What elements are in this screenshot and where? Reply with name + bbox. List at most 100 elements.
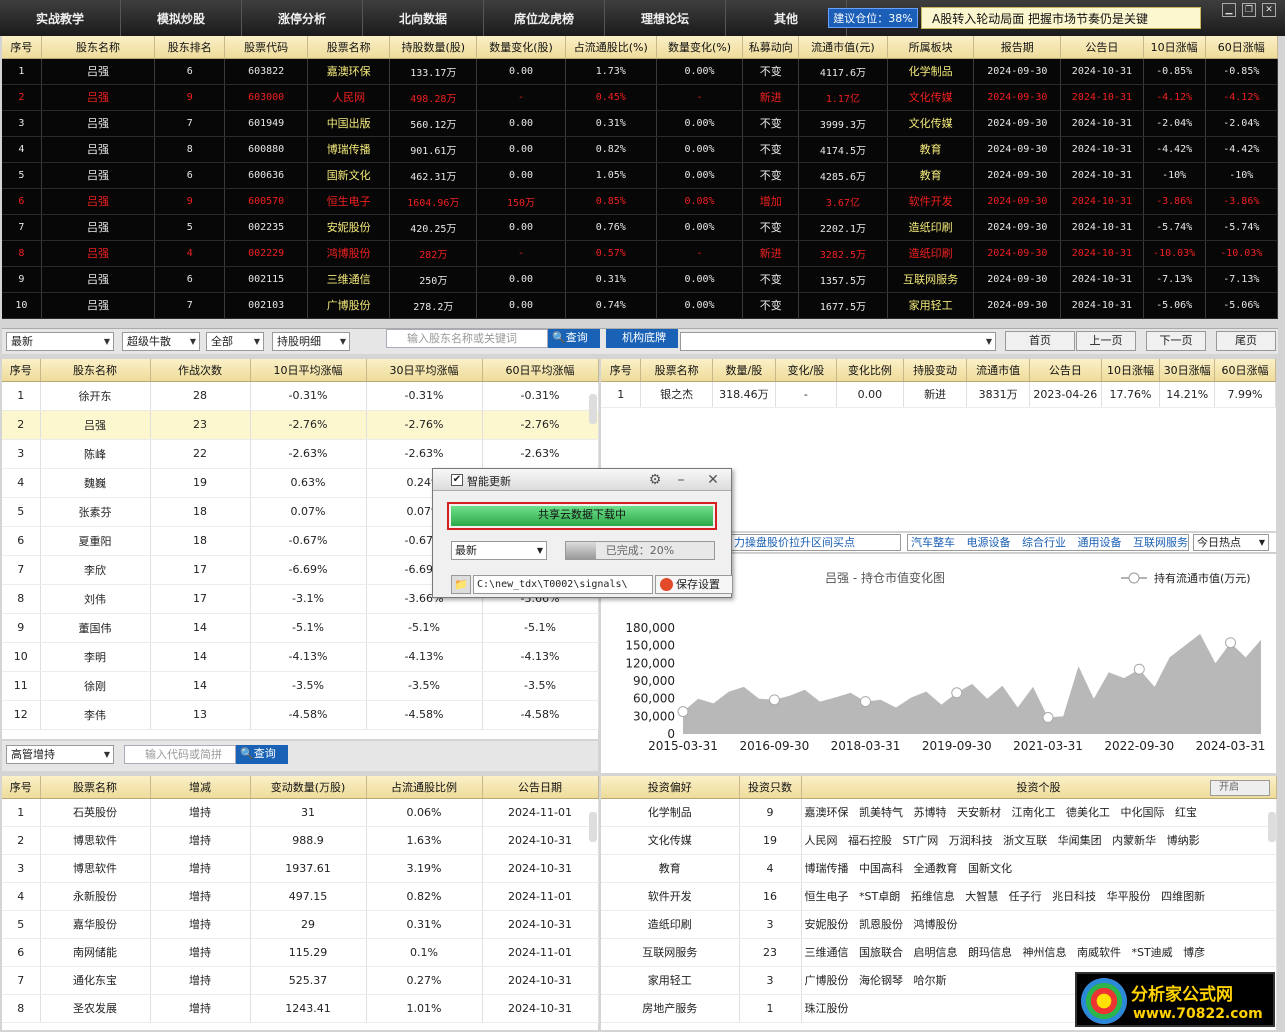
nav-item-forum[interactable]: 理想论坛 <box>605 0 726 36</box>
first-page-button[interactable]: 首页 <box>1005 331 1075 351</box>
column-header[interactable]: 序号 <box>2 776 41 799</box>
column-header[interactable]: 60日涨幅 <box>1214 359 1276 382</box>
data-point-marker[interactable] <box>1042 712 1054 724</box>
column-header[interactable]: 公告日 <box>1060 36 1144 59</box>
column-header[interactable]: 股东名称 <box>40 359 151 382</box>
table-row[interactable]: 9 吕强 6 002115 三维通信 250万 0.00 0.31% 0.00% 不变 1357.5… <box>2 266 1279 293</box>
column-header[interactable]: 变化比例 <box>836 359 905 382</box>
data-point-marker[interactable] <box>951 687 963 699</box>
column-header[interactable]: 序号 <box>2 36 42 59</box>
scope-dropdown[interactable]: 全部 <box>206 332 264 351</box>
table-row[interactable]: 7 吕强 5 002235 安妮股份 420.25万 0.00 0.76% 0.00% 不变 220… <box>2 214 1279 241</box>
table-row[interactable]: 1 银之杰 318.46万 -0.00 新进 3831万 2023-04-26 17.76% 1… <box>601 381 1276 408</box>
table-row[interactable]: 11 徐刚 14 -3.5% -3.5% -3.5% <box>2 671 599 701</box>
table-row[interactable]: 1 吕强 6 603822 嘉澳环保 133.17万 0.00 1.73% 0.00% 不变 411… <box>2 58 1279 85</box>
column-header[interactable]: 投资个股 <box>801 776 1277 799</box>
open-toggle[interactable]: 开启 <box>1210 780 1270 796</box>
column-header[interactable]: 持股数量(股) <box>389 36 478 59</box>
table-row[interactable]: 7 通化东宝 增持 525.37 0.27% 2024-10-31 <box>2 966 599 995</box>
preference-scrollbar[interactable] <box>1268 812 1276 842</box>
table-row[interactable]: 互联网服务 23 三维通信 国旅联合 启明信息 朗玛信息 神州信息 南威软件 *ST… <box>601 938 1277 967</box>
data-point-marker[interactable] <box>677 706 689 718</box>
column-header[interactable]: 30日平均涨幅 <box>366 359 483 382</box>
column-header[interactable]: 数量变化(股) <box>476 36 566 59</box>
table-row[interactable]: 3 陈峰 22 -2.63% -2.63% -2.63% <box>2 439 599 469</box>
column-header[interactable]: 60日涨幅 <box>1205 36 1279 59</box>
smart-update-checkbox[interactable]: ✔ <box>451 474 463 486</box>
hot-topics-dropdown[interactable]: 今日热点 <box>1193 534 1269 551</box>
column-header[interactable]: 30日涨幅 <box>1159 359 1215 382</box>
table-row[interactable]: 5 吕强 6 600636 国新文化 462.31万 0.00 1.05% 0.00% 不变 428… <box>2 162 1279 189</box>
column-header[interactable]: 公告日 <box>1029 359 1102 382</box>
detail-dropdown[interactable]: 持股明细 <box>272 332 350 351</box>
next-page-button[interactable]: 下一页 <box>1146 331 1206 351</box>
table-row[interactable]: 12 李伟 13 -4.58% -4.58% -4.58% <box>2 700 599 730</box>
query-button[interactable]: 🔍查询 <box>548 329 600 348</box>
left-scrollbar[interactable] <box>589 394 597 424</box>
table-row[interactable]: 10 吕强 7 002103 广博股份 278.2万 0.00 0.74% 0.00% 不变 167… <box>2 292 1279 319</box>
table-row[interactable]: 4 永新股份 增持 497.15 0.82% 2024-11-01 <box>2 882 599 911</box>
minimize-icon[interactable]: ▁ <box>1222 3 1236 17</box>
restore-icon[interactable]: ❐ <box>1242 3 1256 17</box>
exec-query-button[interactable]: 🔍查询 <box>236 745 288 764</box>
close-dialog-icon[interactable]: ✕ <box>703 470 723 490</box>
nav-item-sim-trading[interactable]: 模拟炒股 <box>121 0 242 36</box>
news-marquee[interactable]: A股转入轮动局面 把握市场节奏仍是关键 <box>921 7 1201 29</box>
exec-scrollbar[interactable] <box>589 812 597 842</box>
nav-item-dragon-tiger[interactable]: 席位龙虎榜 <box>484 0 605 36</box>
column-header[interactable]: 投资偏好 <box>601 776 740 799</box>
column-header[interactable]: 10日平均涨幅 <box>250 359 367 382</box>
hot-sectors-list[interactable]: 汽车整车 电源设备 综合行业 通用设备 互联网服务 <box>907 534 1189 551</box>
table-row[interactable]: 教育 4 博瑞传播 中国高科 全通教育 国新文化 <box>601 854 1277 883</box>
column-header[interactable]: 作战次数 <box>150 359 251 382</box>
column-header[interactable]: 股票名称 <box>307 36 391 59</box>
table-row[interactable]: 1 徐开东 28 -0.31% -0.31% -0.31% <box>2 381 599 411</box>
table-row[interactable]: 8 吕强 4 002229 鸿博股份 282万 -0.57% - 新进 3282.5万 造纸印刷 20… <box>2 240 1279 267</box>
prev-page-button[interactable]: 上一页 <box>1076 331 1136 351</box>
data-point-marker[interactable] <box>860 696 872 708</box>
column-header[interactable]: 私募动向 <box>742 36 800 59</box>
data-point-marker[interactable] <box>768 694 780 706</box>
column-header[interactable]: 序号 <box>2 359 41 382</box>
nav-item-teaching[interactable]: 实战教学 <box>0 0 121 36</box>
column-header[interactable]: 股票代码 <box>224 36 308 59</box>
nav-item-northbound[interactable]: 北向数据 <box>363 0 484 36</box>
column-header[interactable]: 股票名称 <box>40 776 151 799</box>
institution-button[interactable]: 机构底牌 <box>606 329 678 348</box>
column-header[interactable]: 10日涨幅 <box>1101 359 1161 382</box>
table-row[interactable]: 2 吕强 9 603000 人民网 498.28万 -0.45% - 新进 1.17亿 文化传媒 20… <box>2 84 1279 111</box>
column-header[interactable]: 所属板块 <box>887 36 975 59</box>
signal-path-field[interactable]: C:\new_tdx\T0002\signals\ <box>473 575 653 594</box>
table-row[interactable]: 10 李明 14 -4.13% -4.13% -4.13% <box>2 642 599 672</box>
column-header[interactable]: 增减 <box>150 776 251 799</box>
code-search-input[interactable]: 输入代码或简拼 <box>124 745 236 764</box>
column-header[interactable]: 公告日期 <box>482 776 599 799</box>
column-header[interactable]: 序号 <box>601 359 642 382</box>
table-row[interactable]: 化学制品 9 嘉澳环保 凯美特气 苏博特 天安新材 江南化工 德美化工 中化国际 红… <box>601 798 1277 827</box>
gear-icon[interactable]: ⚙ <box>645 470 665 490</box>
column-header[interactable]: 股东名称 <box>41 36 156 59</box>
table-row[interactable]: 6 南网储能 增持 115.29 0.1% 2024-11-01 <box>2 938 599 967</box>
column-header[interactable]: 60日平均涨幅 <box>482 359 599 382</box>
close-icon[interactable]: ✕ <box>1262 3 1276 17</box>
table-row[interactable]: 文化传媒 19 人民网 福石控股 ST广网 万润科技 浙文互联 华闻集团 内蒙新华 … <box>601 826 1277 855</box>
table-row[interactable]: 5 嘉华股份 增持 29 0.31% 2024-10-31 <box>2 910 599 939</box>
institution-dropdown[interactable] <box>680 332 996 351</box>
data-point-marker[interactable] <box>1133 663 1145 675</box>
table-row[interactable]: 6 吕强 9 600570 恒生电子 1604.96万 150万 0.85% 0.08% 增加 3.… <box>2 188 1279 215</box>
column-header[interactable]: 占流通股比例 <box>366 776 483 799</box>
column-header[interactable]: 流通市值 <box>966 359 1031 382</box>
column-header[interactable]: 数量/股 <box>712 359 776 382</box>
column-header[interactable]: 10日涨幅 <box>1143 36 1206 59</box>
table-row[interactable]: 2 吕强 23 -2.76% -2.76% -2.76% <box>2 410 599 440</box>
column-header[interactable]: 占流通股比(%) <box>565 36 657 59</box>
strategy-link[interactable]: 力操盘股价拉升区间买点 <box>731 534 901 551</box>
column-header[interactable]: 流通市值(元) <box>798 36 888 59</box>
table-row[interactable]: 1 石英股份 增持 31 0.06% 2024-11-01 <box>2 798 599 827</box>
column-header[interactable]: 股票名称 <box>640 359 713 382</box>
column-header[interactable]: 变化/股 <box>775 359 837 382</box>
table-row[interactable]: 2 博思软件 增持 988.9 1.63% 2024-10-31 <box>2 826 599 855</box>
save-settings-button[interactable]: 保存设置 <box>655 575 733 594</box>
exec-type-dropdown[interactable]: 高管增持 <box>6 745 114 764</box>
folder-icon[interactable]: 📁 <box>451 575 471 594</box>
